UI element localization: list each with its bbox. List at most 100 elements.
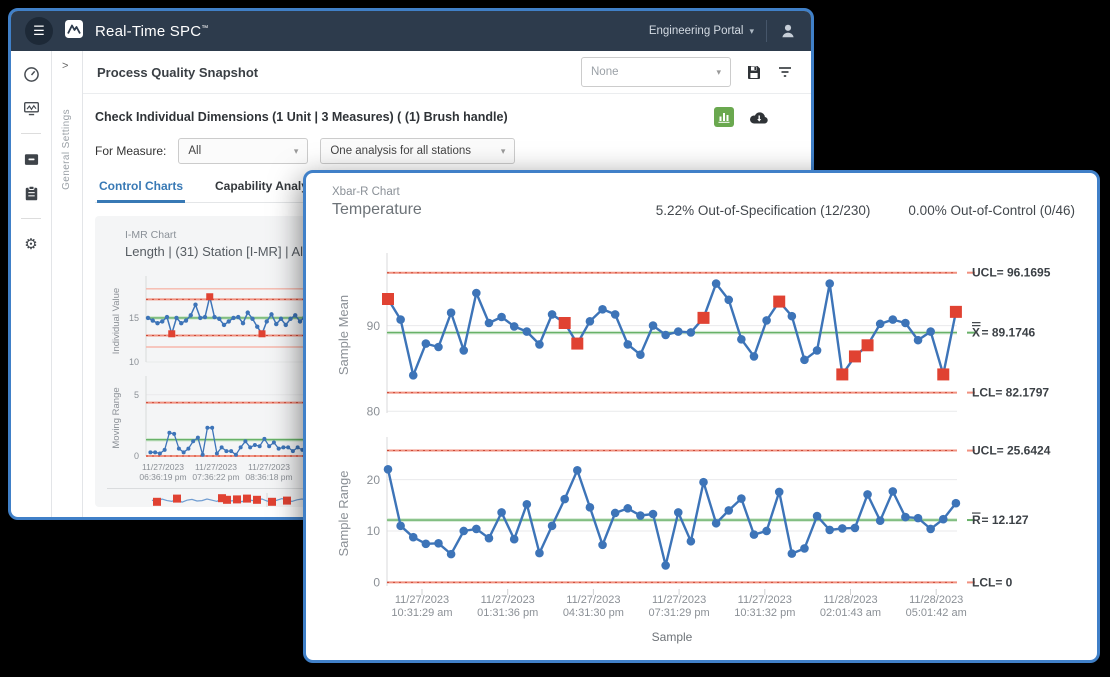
monitor-chart-icon [23,100,40,117]
svg-text:07:31:29 pm: 07:31:29 pm [649,607,710,619]
svg-text:10:31:32 pm: 10:31:32 pm [734,607,795,619]
measure-select-value: All [188,145,201,157]
out-of-specification-stat: 5.22% Out-of-Specification (12/230) [656,203,871,218]
analysis-mode-value: One analysis for all stations [330,145,471,157]
svg-text:Sample Range: Sample Range [336,471,351,557]
rail-divider [21,133,41,134]
chevron-down-icon: ▾ [501,146,506,157]
download-button[interactable] [749,110,769,125]
svg-text:Moving Range: Moving Range [111,387,122,448]
charts-nav-button[interactable] [22,99,40,117]
svg-text:90: 90 [367,319,381,333]
preset-select-value: None [591,66,619,78]
out-of-control-stat: 0.00% Out-of-Control (0/46) [908,203,1075,218]
svg-text:11/27/2023: 11/27/2023 [142,462,184,472]
app-logo [64,19,84,44]
archive-nav-button[interactable] [22,150,40,168]
measure-select[interactable]: All ▾ [178,138,308,164]
chevron-down-icon: ▾ [749,26,754,37]
svg-text:07:36:22 pm: 07:36:22 pm [192,472,239,482]
filter-button[interactable] [777,64,793,80]
top-app-bar: ☰ Real-Time SPC™ Engineering Portal ▾ [11,11,811,51]
chart-view-button[interactable] [714,107,734,127]
svg-text:11/27/2023: 11/27/2023 [481,594,535,606]
svg-text:01:31:36 pm: 01:31:36 pm [477,607,538,619]
app-title: Real-Time SPC™ [95,23,208,40]
svg-text:05:01:42 am: 05:01:42 am [906,607,967,619]
svg-text:80: 80 [367,404,381,418]
hamburger-menu-icon: ☰ [33,23,45,39]
svg-text:10: 10 [129,357,139,367]
checklist-nav-button[interactable] [22,184,40,202]
menu-button[interactable]: ☰ [25,17,53,45]
clipboard-icon [23,185,40,202]
svg-text:20: 20 [367,473,381,487]
general-settings-panel: > General Settings [52,51,83,517]
svg-text:= 12.127: = 12.127 [982,513,1029,527]
xbar-r-chart-type-label: Xbar-R Chart [332,186,422,198]
svg-text:08:36:18 pm: 08:36:18 pm [245,472,292,482]
rail-divider [21,218,41,219]
xbar-r-chart-title: Temperature [332,201,422,219]
svg-text:Individual Value: Individual Value [111,288,122,354]
tab-control-charts[interactable]: Control Charts [97,174,185,203]
portal-dropdown[interactable]: Engineering Portal ▾ [649,25,754,37]
preset-select[interactable]: None ▾ [581,57,731,87]
xbar-chart-svg: 80 90 Sample Mean UCL= 96.1695 X= 89.1746 LCL… [332,237,1088,437]
user-account-button[interactable] [779,22,797,40]
for-measure-label: For Measure: [95,144,166,158]
expand-panel-chevron-icon[interactable]: > [62,60,68,72]
settings-nav-button[interactable]: ⚙ [22,235,40,253]
save-floppy-icon [746,64,762,80]
save-button[interactable] [746,64,762,80]
svg-text:11/27/2023: 11/27/2023 [566,594,620,606]
svg-text:5: 5 [134,390,139,400]
svg-text:11/27/2023: 11/27/2023 [195,462,237,472]
svg-text:10:31:29 am: 10:31:29 am [391,607,452,619]
trademark: ™ [201,25,208,32]
svg-text:UCL= 25.6424: UCL= 25.6424 [972,444,1051,458]
left-icon-rail: ⚙ [11,51,52,517]
svg-text:11/28/2023: 11/28/2023 [823,594,877,606]
page-toolbar: Process Quality Snapshot None ▾ [83,51,811,94]
svg-text:0: 0 [134,451,139,461]
svg-text:06:36:19 pm: 06:36:19 pm [139,472,186,482]
topbar-divider [766,20,767,42]
svg-text:11/27/2023: 11/27/2023 [738,594,792,606]
cloud-download-icon [749,110,769,125]
svg-text:X: X [972,326,980,340]
r-chart-svg: 0 10 20 Sample Range UCL= 25.6424 R= 12.127 LC… [332,431,1088,653]
svg-text:Sample Mean: Sample Mean [336,295,351,375]
svg-text:11/27/2023: 11/27/2023 [395,594,449,606]
svg-text:LCL= 82.1797: LCL= 82.1797 [972,386,1049,400]
archive-box-icon [23,151,40,168]
chevron-down-icon: ▾ [716,67,721,78]
xbar-r-window: Xbar-R Chart Temperature 5.22% Out-of-Sp… [303,170,1100,663]
page-title: Process Quality Snapshot [97,65,258,80]
svg-text:= 89.1746: = 89.1746 [982,326,1036,340]
svg-text:LCL= 0: LCL= 0 [972,575,1013,589]
svg-text:11/27/2023: 11/27/2023 [652,594,706,606]
svg-text:UCL= 96.1695: UCL= 96.1695 [972,266,1051,280]
measure-controls: For Measure: All ▾ One analysis for all … [95,138,795,164]
chevron-down-icon: ▾ [294,146,299,157]
analysis-heading: Check Individual Dimensions (1 Unit | 3 … [95,110,508,124]
svg-text:0: 0 [373,576,380,590]
general-settings-label: General Settings [61,109,72,190]
bar-chart-icon [717,110,731,124]
gauge-icon [23,66,40,83]
gear-icon: ⚙ [24,237,37,252]
svg-text:04:31:30 pm: 04:31:30 pm [563,607,624,619]
svg-text:11/28/2023: 11/28/2023 [909,594,963,606]
svg-text:15: 15 [129,313,139,323]
xbar-r-header: Xbar-R Chart Temperature 5.22% Out-of-Sp… [306,173,1097,219]
filter-icon [777,64,793,80]
svg-text:R: R [972,513,981,527]
person-icon [779,22,797,40]
svg-text:02:01:43 am: 02:01:43 am [820,607,881,619]
svg-text:11/27/2023: 11/27/2023 [248,462,290,472]
svg-text:Sample: Sample [652,630,693,644]
dashboard-nav-button[interactable] [22,65,40,83]
analysis-mode-select[interactable]: One analysis for all stations ▾ [320,138,515,164]
svg-text:10: 10 [367,524,381,538]
